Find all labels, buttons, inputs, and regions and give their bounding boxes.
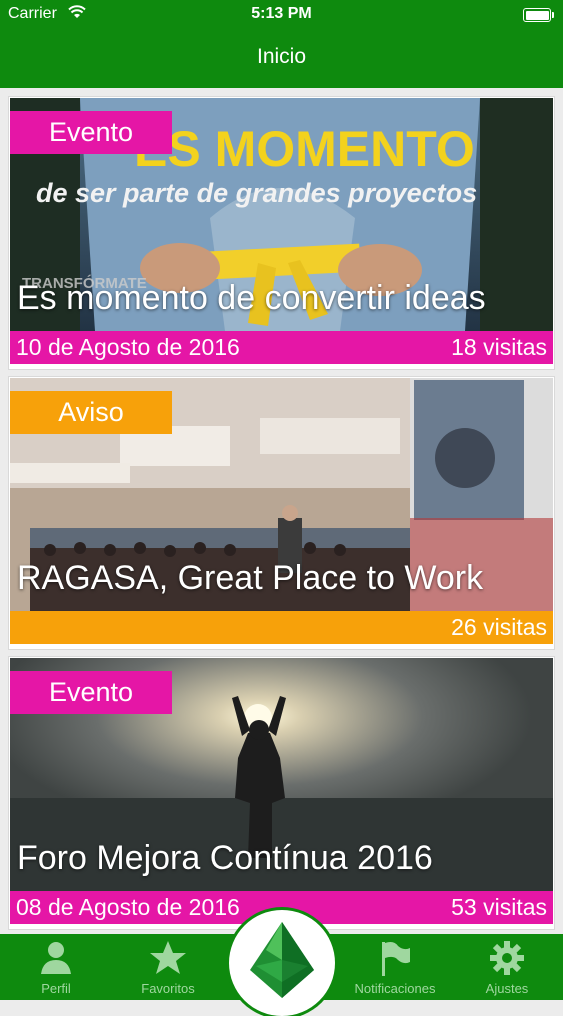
card-date: 08 de Agosto de 2016 [16, 894, 240, 920]
card-footer: 26 visitas [10, 611, 553, 644]
tab-favoritos[interactable]: Favoritos [112, 934, 224, 1000]
status-bar: Carrier 5:13 PM [0, 0, 563, 30]
feed-card[interactable]: 08 de Agosto de 2016 53 visitas Evento F… [9, 657, 554, 929]
card-footer: 10 de Agosto de 2016 18 visitas [10, 331, 553, 364]
card-date: 10 de Agosto de 2016 [16, 334, 240, 360]
person-icon [41, 942, 71, 974]
card-visits: 18 visitas [451, 334, 547, 360]
tab-label: Ajustes [485, 981, 529, 996]
top-bar: Carrier 5:13 PM Inicio [0, 0, 563, 88]
card-title: Foro Mejora Contínua 2016 [17, 839, 433, 877]
tab-label: Notificaciones [354, 981, 436, 996]
star-icon [150, 941, 186, 974]
page-title: Inicio [256, 45, 307, 68]
feed-card[interactable]: 26 visitas Aviso RAGASA, Great Place to … [9, 377, 554, 649]
image-subheadline: de ser parte de grandes proyectos [36, 178, 477, 208]
image-headline: ES MOMENTO [134, 121, 475, 177]
category-badge: Aviso [10, 391, 172, 434]
category-badge: Evento [10, 671, 172, 714]
feed-card[interactable]: ES MOMENTO de ser parte de grandes proye… [9, 97, 554, 369]
gear-icon [490, 941, 524, 975]
card-title: Es momento de convertir ideas [17, 279, 486, 317]
category-badge: Evento [10, 111, 172, 154]
battery-icon [523, 8, 554, 22]
status-time: 5:13 PM [251, 5, 312, 22]
tab-notificaciones[interactable]: Notificaciones [339, 934, 451, 1000]
leaf-logo-icon [250, 922, 314, 998]
tab-label: Favoritos [141, 981, 195, 996]
tab-ajustes[interactable]: Ajustes [451, 934, 563, 1000]
card-title: RAGASA, Great Place to Work [17, 559, 484, 597]
home-logo-button[interactable] [229, 910, 335, 1016]
tab-label: Perfil [41, 981, 71, 996]
card-visits: 53 visitas [451, 894, 547, 920]
flag-icon [382, 942, 410, 976]
tab-perfil[interactable]: Perfil [0, 934, 112, 1000]
card-visits: 26 visitas [451, 614, 547, 640]
